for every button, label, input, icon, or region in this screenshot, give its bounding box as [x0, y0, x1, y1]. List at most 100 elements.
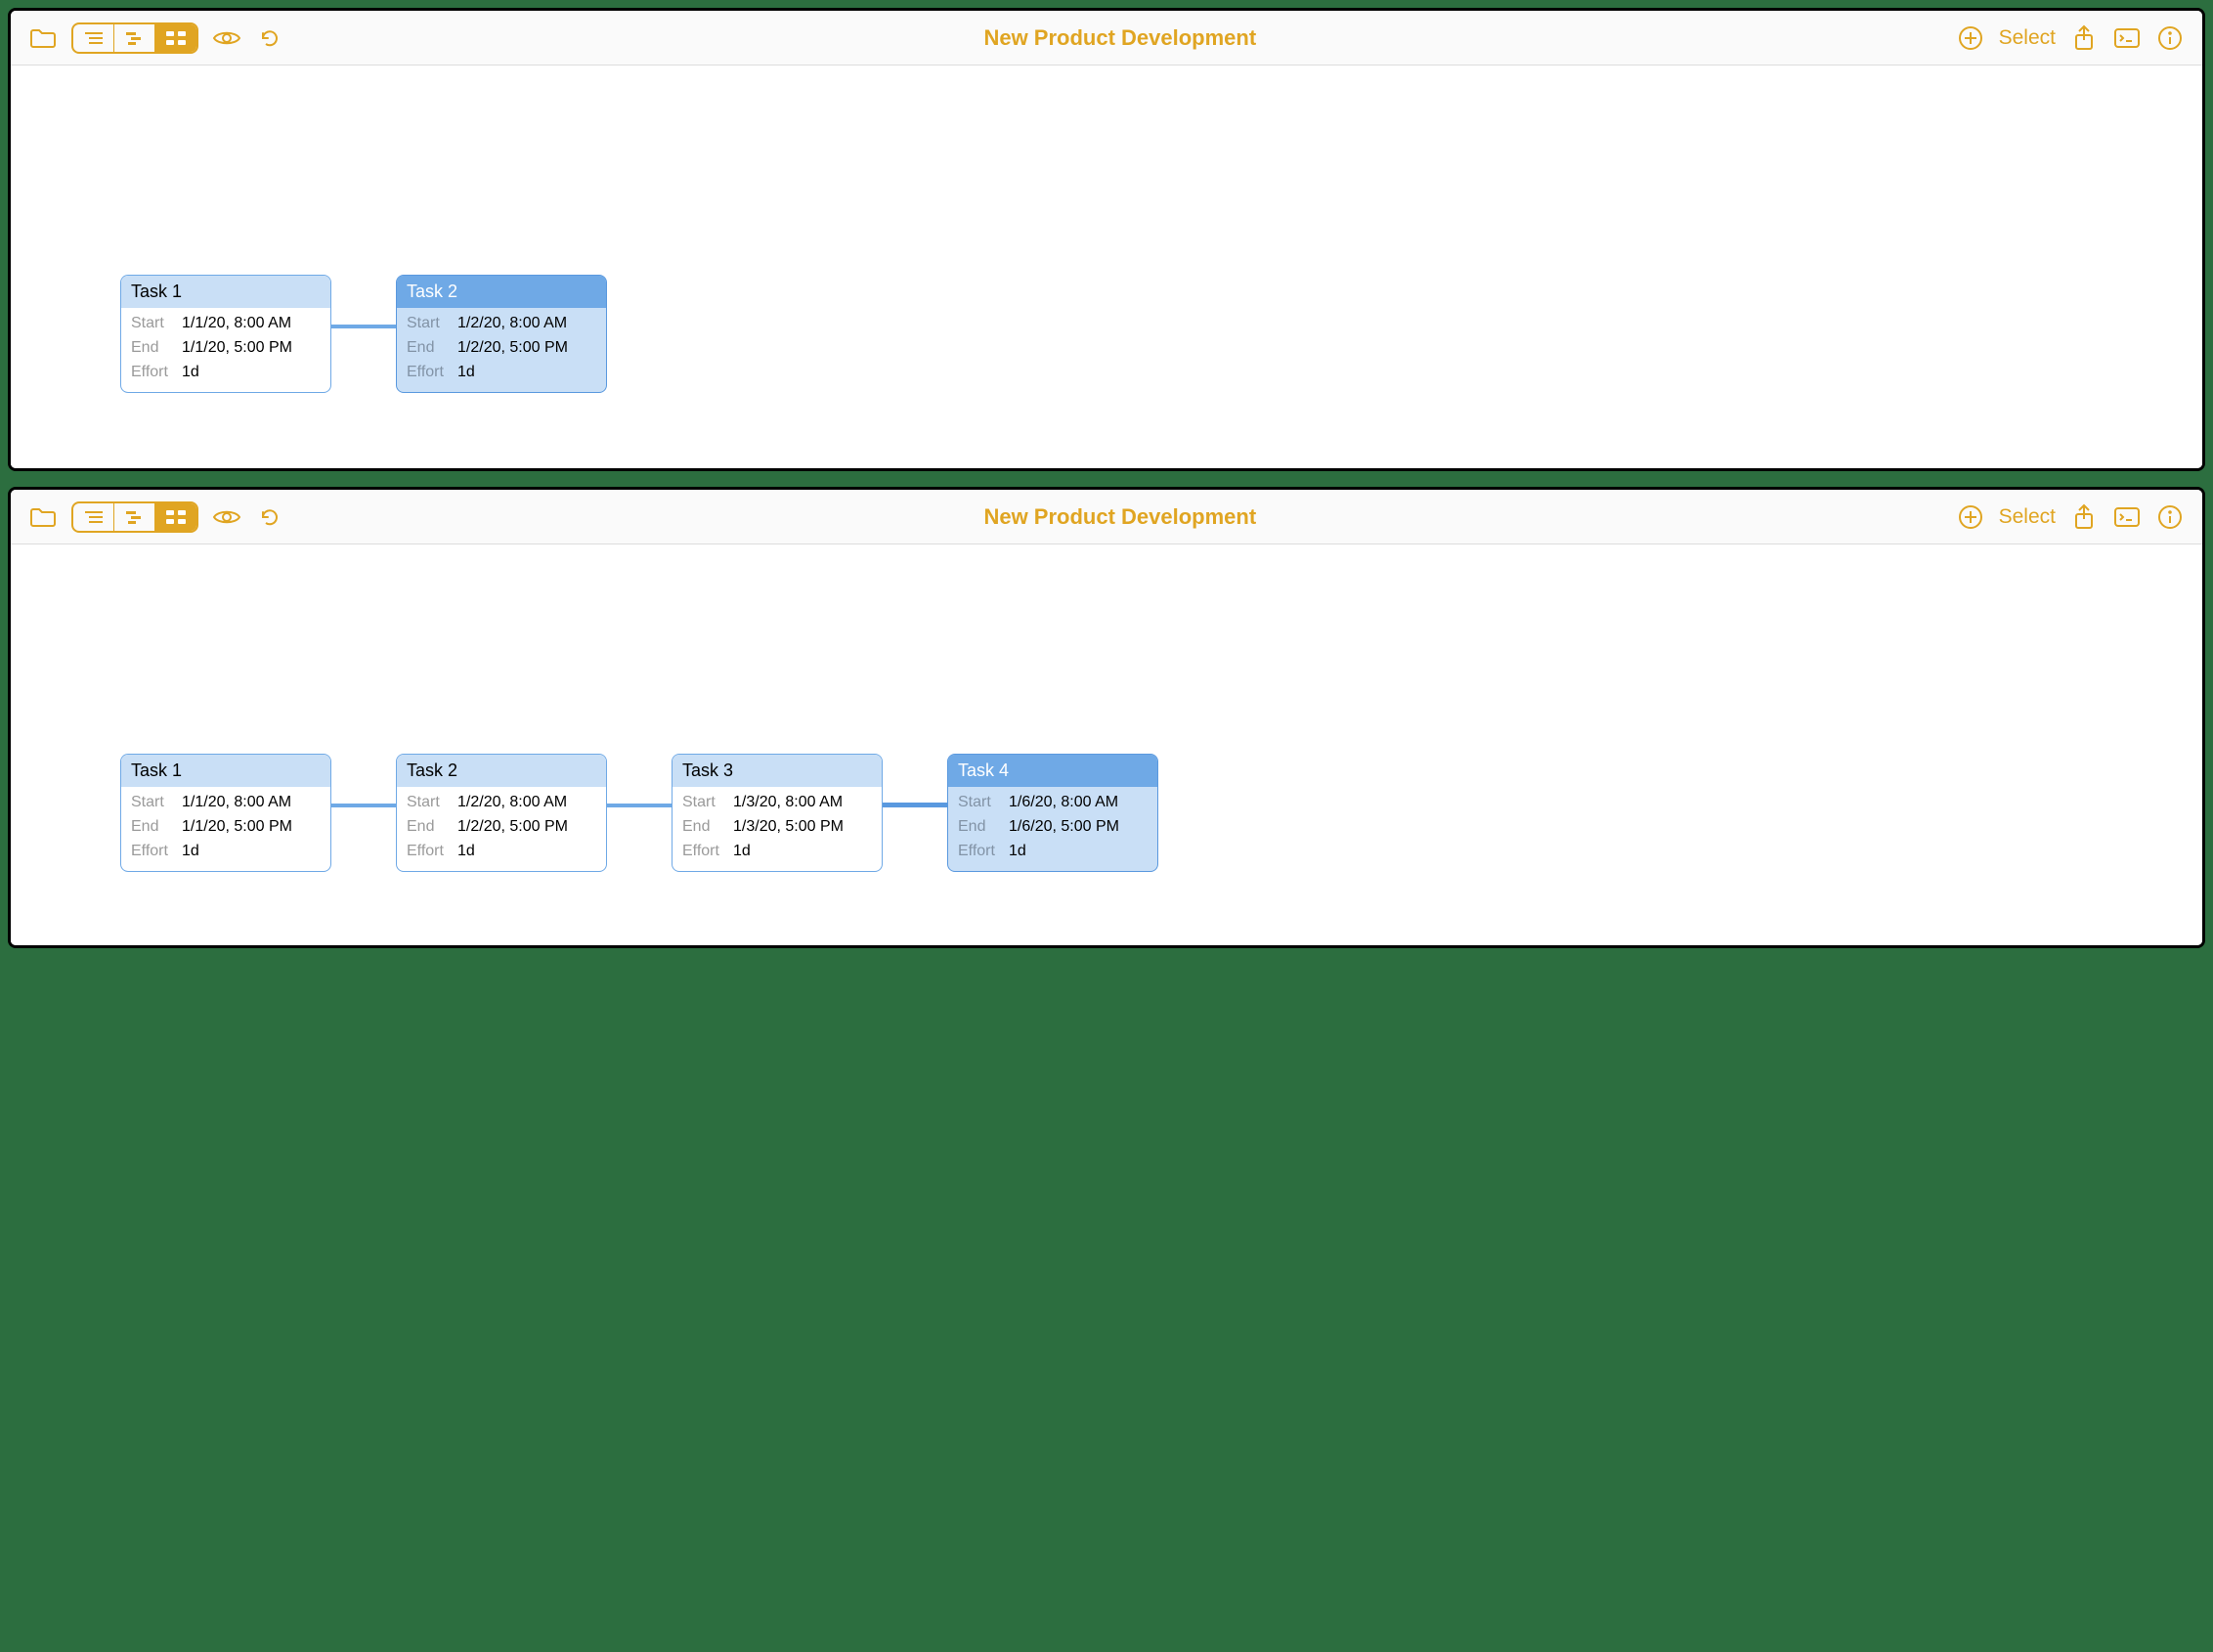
- info-button[interactable]: [2155, 502, 2185, 532]
- network-canvas[interactable]: Task 1 Start1/1/20, 8:00 AM End1/1/20, 5…: [11, 65, 2202, 468]
- view-outline-button[interactable]: [73, 24, 114, 52]
- view-network-button[interactable]: [155, 503, 196, 531]
- info-icon: [2157, 504, 2183, 530]
- folder-icon: [29, 506, 57, 528]
- end-value: 1/3/20, 5:00 PM: [733, 815, 844, 840]
- task-title: Task 1: [121, 276, 330, 308]
- view-gantt-button[interactable]: [114, 24, 155, 52]
- select-button[interactable]: Select: [1999, 505, 2056, 529]
- page-title[interactable]: New Product Development: [300, 25, 1940, 51]
- start-value: 1/1/20, 8:00 AM: [182, 791, 291, 815]
- share-button[interactable]: [2069, 23, 2099, 53]
- start-label: Start: [407, 312, 450, 336]
- task-card[interactable]: Task 1 Start1/1/20, 8:00 AM End1/1/20, 5…: [120, 275, 331, 393]
- effort-label: Effort: [131, 361, 174, 385]
- console-icon: [2113, 506, 2141, 528]
- view-gantt-button[interactable]: [114, 503, 155, 531]
- task-card[interactable]: Task 2 Start1/2/20, 8:00 AM End1/2/20, 5…: [396, 754, 607, 872]
- effort-label: Effort: [407, 840, 450, 864]
- info-button[interactable]: [2155, 23, 2185, 53]
- task-body: Start1/2/20, 8:00 AM End1/2/20, 5:00 PM …: [397, 787, 606, 871]
- outline-view-icon: [82, 508, 106, 526]
- task-title: Task 2: [397, 276, 606, 308]
- dependency-link[interactable]: [325, 325, 404, 328]
- end-label: End: [958, 815, 1001, 840]
- task-title: Task 2: [397, 755, 606, 787]
- effort-label: Effort: [407, 361, 450, 385]
- end-value: 1/6/20, 5:00 PM: [1009, 815, 1119, 840]
- view-network-button[interactable]: [155, 24, 196, 52]
- add-button[interactable]: [1956, 502, 1985, 532]
- undo-icon: [257, 25, 282, 51]
- end-value: 1/1/20, 5:00 PM: [182, 336, 292, 361]
- effort-label: Effort: [131, 840, 174, 864]
- effort-label: Effort: [958, 840, 1001, 864]
- documents-button[interactable]: [28, 502, 58, 532]
- end-value: 1/2/20, 5:00 PM: [457, 815, 568, 840]
- task-card[interactable]: Task 1 Start1/1/20, 8:00 AM End1/1/20, 5…: [120, 754, 331, 872]
- eye-icon: [212, 28, 241, 48]
- effort-label: Effort: [682, 840, 725, 864]
- page-title[interactable]: New Product Development: [300, 504, 1940, 530]
- share-icon: [2072, 503, 2096, 531]
- console-button[interactable]: [2112, 23, 2142, 53]
- end-label: End: [682, 815, 725, 840]
- dependency-link[interactable]: [325, 804, 404, 807]
- effort-value: 1d: [457, 361, 475, 385]
- end-label: End: [407, 336, 450, 361]
- undo-button[interactable]: [255, 502, 284, 532]
- view-options-button[interactable]: [212, 502, 241, 532]
- task-title: Task 3: [673, 755, 882, 787]
- dependency-link[interactable]: [877, 803, 955, 807]
- console-icon: [2113, 27, 2141, 49]
- folder-icon: [29, 27, 57, 49]
- end-label: End: [131, 336, 174, 361]
- add-icon: [1958, 25, 1983, 51]
- add-icon: [1958, 504, 1983, 530]
- app-window: New Product Development Select Task 1 St…: [8, 487, 2205, 948]
- toolbar: New Product Development Select: [11, 11, 2202, 65]
- task-body: Start1/1/20, 8:00 AM End1/1/20, 5:00 PM …: [121, 787, 330, 871]
- end-value: 1/2/20, 5:00 PM: [457, 336, 568, 361]
- start-value: 1/3/20, 8:00 AM: [733, 791, 843, 815]
- network-view-icon: [164, 508, 188, 526]
- share-icon: [2072, 24, 2096, 52]
- start-value: 1/6/20, 8:00 AM: [1009, 791, 1118, 815]
- task-body: Start1/3/20, 8:00 AM End1/3/20, 5:00 PM …: [673, 787, 882, 871]
- task-title: Task 1: [121, 755, 330, 787]
- undo-button[interactable]: [255, 23, 284, 53]
- start-label: Start: [958, 791, 1001, 815]
- network-canvas[interactable]: Task 1 Start1/1/20, 8:00 AM End1/1/20, 5…: [11, 544, 2202, 945]
- share-button[interactable]: [2069, 502, 2099, 532]
- start-value: 1/2/20, 8:00 AM: [457, 312, 567, 336]
- gantt-view-icon: [123, 508, 147, 526]
- app-window: New Product Development Select Task 1 St…: [8, 8, 2205, 471]
- console-button[interactable]: [2112, 502, 2142, 532]
- view-outline-button[interactable]: [73, 503, 114, 531]
- task-body: Start1/6/20, 8:00 AM End1/6/20, 5:00 PM …: [948, 787, 1157, 871]
- gantt-view-icon: [123, 29, 147, 47]
- outline-view-icon: [82, 29, 106, 47]
- task-card[interactable]: Task 3 Start1/3/20, 8:00 AM End1/3/20, 5…: [672, 754, 883, 872]
- dependency-link[interactable]: [601, 804, 679, 807]
- toolbar: New Product Development Select: [11, 490, 2202, 544]
- view-options-button[interactable]: [212, 23, 241, 53]
- end-label: End: [407, 815, 450, 840]
- task-card[interactable]: Task 4 Start 1/6/20, 8:00 AM End 1/6/20, 5…: [947, 754, 1158, 872]
- effort-value: 1d: [182, 361, 199, 385]
- task-card[interactable]: Task 2 Start 1/2/20, 8:00 AM End 1/2/20, 5…: [396, 275, 607, 393]
- select-button[interactable]: Select: [1999, 26, 2056, 50]
- effort-value: 1d: [733, 840, 751, 864]
- task-body: Start1/1/20, 8:00 AM End1/1/20, 5:00 PM …: [121, 308, 330, 392]
- documents-button[interactable]: [28, 23, 58, 53]
- view-switcher: [71, 22, 198, 54]
- start-label: Start: [131, 312, 174, 336]
- effort-value: 1d: [457, 840, 475, 864]
- task-body: Start1/2/20, 8:00 AM End1/2/20, 5:00 PM …: [397, 308, 606, 392]
- undo-icon: [257, 504, 282, 530]
- task-title: Task 4: [948, 755, 1157, 787]
- eye-icon: [212, 507, 241, 527]
- start-label: Start: [131, 791, 174, 815]
- info-icon: [2157, 25, 2183, 51]
- add-button[interactable]: [1956, 23, 1985, 53]
